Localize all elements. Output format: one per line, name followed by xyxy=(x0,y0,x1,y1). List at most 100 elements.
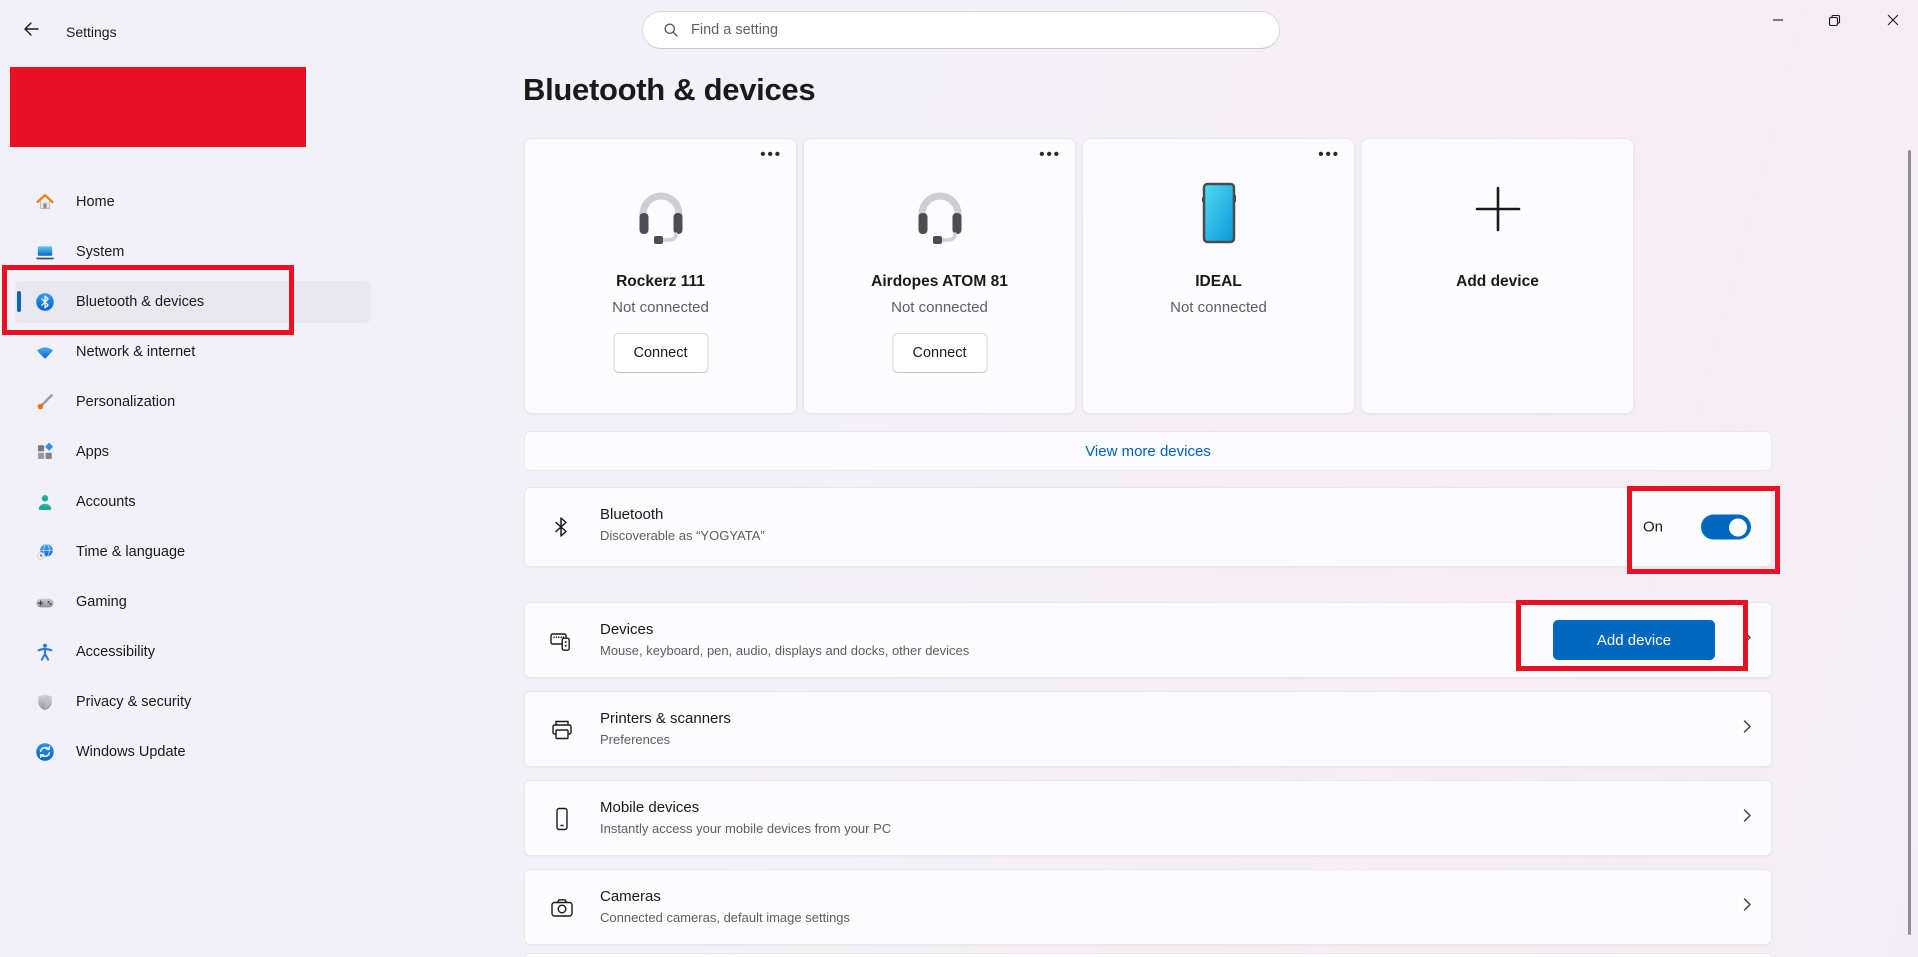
sidebar-item-label: Apps xyxy=(76,444,109,460)
mobile-devices-row[interactable]: Mobile devices Instantly access your mob… xyxy=(524,780,1772,856)
row-subtitle: Instantly access your mobile devices fro… xyxy=(600,821,891,836)
row-subtitle: Connected cameras, default image setting… xyxy=(600,910,850,925)
sidebar-item-label: Gaming xyxy=(76,594,127,610)
headset-icon xyxy=(525,175,796,251)
sidebar-item-label: Personalization xyxy=(76,394,175,410)
annotation-redaction-rectangle xyxy=(10,67,306,147)
row-title: Mobile devices xyxy=(600,799,699,816)
view-more-devices-link[interactable]: View more devices xyxy=(524,431,1772,471)
restore-button[interactable] xyxy=(1811,0,1857,40)
toggle-switch[interactable] xyxy=(1701,515,1751,540)
page-title: Bluetooth & devices xyxy=(523,72,815,108)
sidebar-item-bluetooth-devices[interactable]: Bluetooth & devices xyxy=(15,281,371,323)
view-more-devices-label: View more devices xyxy=(1085,443,1211,460)
close-button[interactable] xyxy=(1868,0,1918,40)
vertical-scrollbar[interactable] xyxy=(1908,150,1911,935)
connect-button[interactable]: Connect xyxy=(613,333,708,373)
personalization-icon xyxy=(35,392,55,412)
accounts-icon xyxy=(35,492,55,512)
restore-icon xyxy=(1828,14,1841,27)
sidebar-item-label: System xyxy=(76,244,124,260)
home-icon xyxy=(35,192,55,212)
add-device-button[interactable]: Add device xyxy=(1553,620,1715,660)
sidebar-item-label: Accessibility xyxy=(76,644,155,660)
time-language-icon xyxy=(35,542,55,562)
row-title: Printers & scanners xyxy=(600,710,731,727)
device-card-ideal: ••• IDEAL Not connected xyxy=(1082,138,1355,414)
search-box[interactable] xyxy=(642,11,1280,49)
device-name: Airdopes ATOM 81 xyxy=(804,273,1075,291)
sidebar-item-home[interactable]: Home xyxy=(15,181,371,223)
sidebar-item-label: Privacy & security xyxy=(76,694,191,710)
chevron-right-icon xyxy=(1739,719,1755,740)
bluetooth-glyph-icon xyxy=(549,515,573,539)
next-row-partial xyxy=(524,953,1772,957)
sidebar: Home System Bluetooth & devices Network … xyxy=(15,181,371,781)
camera-icon xyxy=(549,895,573,919)
sidebar-item-system[interactable]: System xyxy=(15,231,371,273)
privacy-icon xyxy=(35,692,55,712)
add-device-card-label: Add device xyxy=(1362,273,1633,291)
back-button[interactable] xyxy=(14,14,48,48)
sidebar-item-label: Home xyxy=(76,194,115,210)
toggle-knob xyxy=(1729,518,1747,536)
more-options-icon[interactable]: ••• xyxy=(760,145,782,165)
chevron-right-icon xyxy=(1739,808,1755,829)
bluetooth-row-subtitle: Discoverable as “YOGYATA” xyxy=(600,528,765,543)
chevron-right-icon xyxy=(1739,630,1755,651)
row-subtitle: Preferences xyxy=(600,732,670,747)
apps-icon xyxy=(35,442,55,462)
bluetooth-row-title: Bluetooth xyxy=(600,506,663,523)
sidebar-item-privacy-security[interactable]: Privacy & security xyxy=(15,681,371,723)
app-title: Settings xyxy=(66,24,117,40)
bluetooth-icon xyxy=(35,292,55,312)
sidebar-item-label: Accounts xyxy=(76,494,136,510)
add-device-card[interactable]: Add device xyxy=(1361,138,1634,414)
headset-icon xyxy=(804,175,1075,251)
sidebar-item-accessibility[interactable]: Accessibility xyxy=(15,631,371,673)
chevron-right-icon xyxy=(1739,897,1755,918)
sidebar-item-gaming[interactable]: Gaming xyxy=(15,581,371,623)
more-options-icon[interactable]: ••• xyxy=(1318,145,1340,165)
device-status: Not connected xyxy=(525,299,796,316)
mobile-phone-icon xyxy=(549,806,573,830)
sidebar-item-personalization[interactable]: Personalization xyxy=(15,381,371,423)
device-status: Not connected xyxy=(804,299,1075,316)
cameras-row[interactable]: Cameras Connected cameras, default image… xyxy=(524,869,1772,945)
back-arrow-icon xyxy=(22,20,40,43)
bluetooth-toggle-row: Bluetooth Discoverable as “YOGYATA” On xyxy=(524,487,1772,567)
printers-scanners-row[interactable]: Printers & scanners Preferences xyxy=(524,691,1772,767)
sidebar-item-label: Bluetooth & devices xyxy=(76,294,204,310)
row-title: Cameras xyxy=(600,888,661,905)
search-input[interactable] xyxy=(689,21,1265,39)
sidebar-item-label: Time & language xyxy=(76,544,185,560)
toggle-state-label: On xyxy=(1643,519,1663,536)
sidebar-item-time-language[interactable]: Time & language xyxy=(15,531,371,573)
devices-row-title: Devices xyxy=(600,621,653,638)
settings-window: Settings Home System Blueto xyxy=(0,0,1918,957)
device-card-rockerz: ••• Rockerz 111 Not connected Connect xyxy=(524,138,797,414)
device-card-airdopes: ••• Airdopes ATOM 81 Not connected Conne… xyxy=(803,138,1076,414)
devices-row[interactable]: Devices Mouse, keyboard, pen, audio, dis… xyxy=(524,602,1772,678)
sidebar-item-windows-update[interactable]: Windows Update xyxy=(15,731,371,773)
bluetooth-toggle[interactable]: On xyxy=(1643,515,1751,540)
plus-icon xyxy=(1362,185,1633,233)
close-icon xyxy=(1887,14,1899,26)
phone-icon xyxy=(1083,175,1354,251)
accessibility-icon xyxy=(35,642,55,662)
devices-row-subtitle: Mouse, keyboard, pen, audio, displays an… xyxy=(600,643,969,658)
device-name: Rockerz 111 xyxy=(525,273,796,291)
sidebar-item-apps[interactable]: Apps xyxy=(15,431,371,473)
connect-button[interactable]: Connect xyxy=(892,333,987,373)
sidebar-item-network-internet[interactable]: Network & internet xyxy=(15,331,371,373)
device-name: IDEAL xyxy=(1083,273,1354,291)
more-options-icon[interactable]: ••• xyxy=(1039,145,1061,165)
gaming-icon xyxy=(35,592,55,612)
windows-update-icon xyxy=(35,742,55,762)
minimize-button[interactable] xyxy=(1755,0,1801,40)
sidebar-item-accounts[interactable]: Accounts xyxy=(15,481,371,523)
network-icon xyxy=(35,342,55,362)
devices-icon xyxy=(549,628,573,652)
minimize-icon xyxy=(1772,14,1784,26)
system-icon xyxy=(35,242,55,262)
